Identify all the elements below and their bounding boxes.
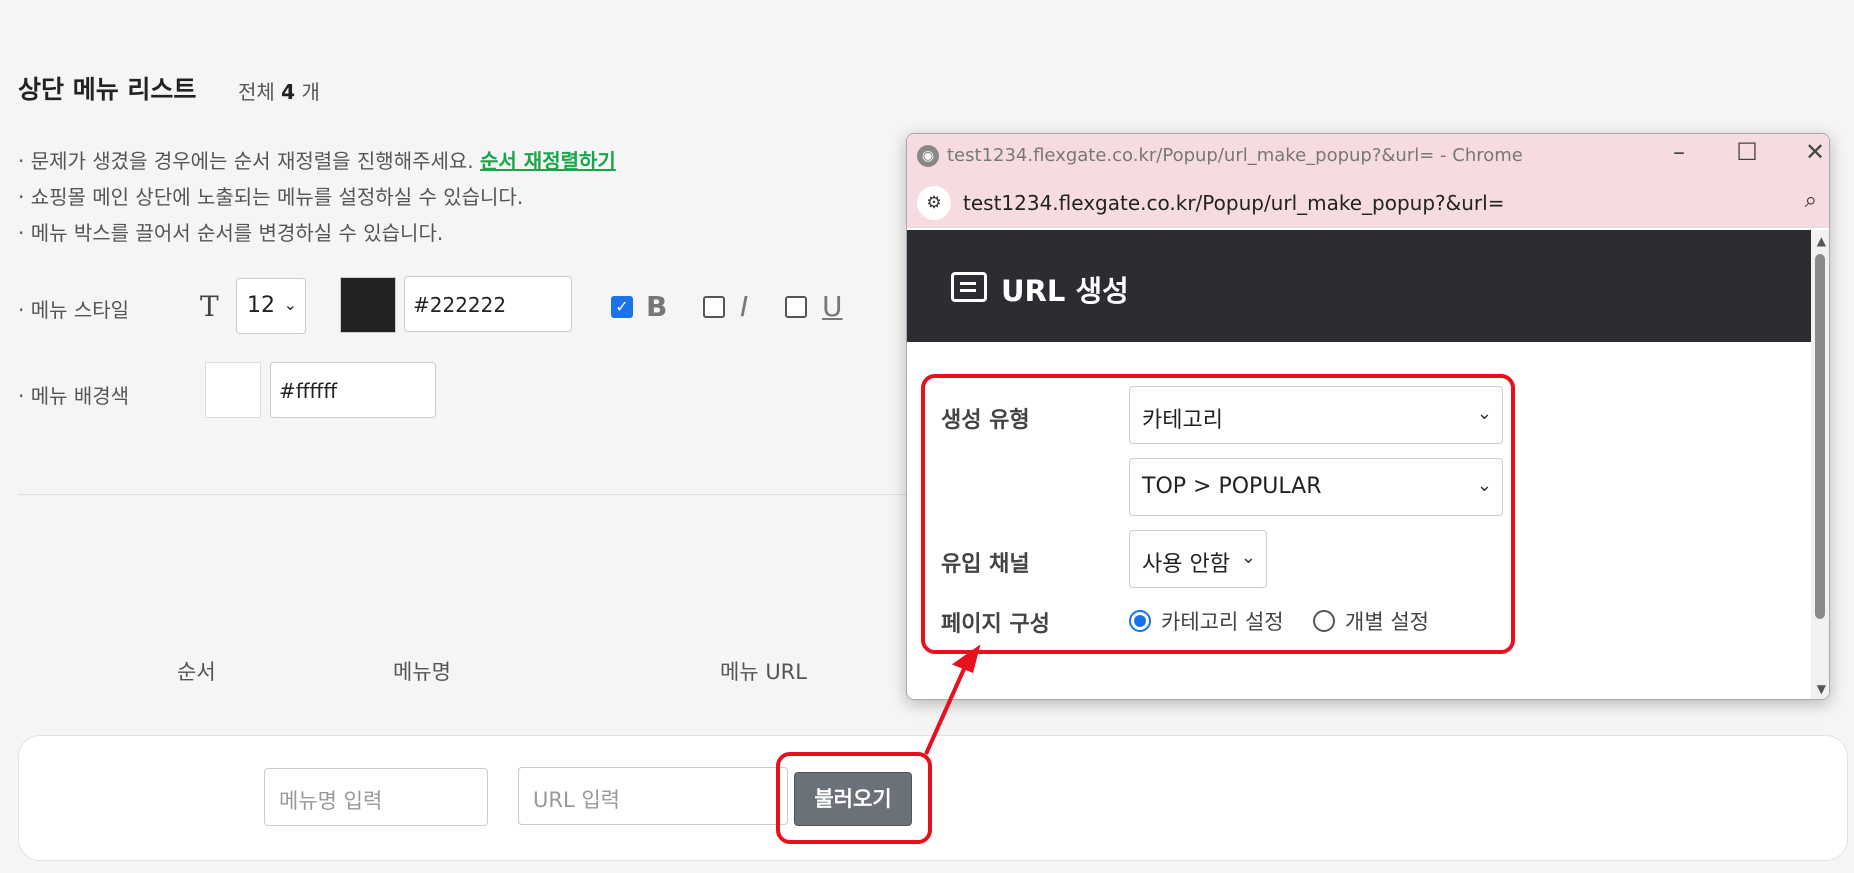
text-color-input[interactable]: #222222 xyxy=(404,276,572,332)
globe-icon: ◉ xyxy=(917,145,939,167)
zoom-icon[interactable]: ⌕ xyxy=(1805,188,1817,213)
address-url[interactable]: test1234.flexgate.co.kr/Popup/url_make_p… xyxy=(963,191,1504,215)
url-input[interactable]: URL 입력 xyxy=(518,767,788,825)
total-count-label: 전체 4 개 xyxy=(238,80,320,104)
bold-checkbox[interactable]: ✓ xyxy=(611,296,633,318)
text-size-icon: T xyxy=(200,290,219,323)
text-color-swatch[interactable] xyxy=(340,277,396,333)
underline-checkbox[interactable] xyxy=(785,296,807,318)
scroll-down-icon[interactable]: ▼ xyxy=(1817,682,1826,696)
scrollbar-thumb[interactable] xyxy=(1815,254,1825,619)
underline-icon: U xyxy=(822,290,843,323)
reorder-link[interactable]: 순서 재정렬하기 xyxy=(480,149,616,173)
bold-icon: B xyxy=(646,290,668,323)
address-bar: ⚙ test1234.flexgate.co.kr/Popup/url_make… xyxy=(907,178,1829,228)
font-size-select[interactable]: 12 ⌄ xyxy=(236,278,306,334)
popup-title: URL 생성 xyxy=(1001,274,1129,308)
column-menu-name: 메뉴명 xyxy=(393,660,451,684)
help-notes: · 문제가 생겼을 경우에는 순서 재정렬을 진행해주세요. 순서 재정렬하기 … xyxy=(18,149,616,245)
close-icon[interactable]: ✕ xyxy=(1795,138,1829,166)
highlight-load-button xyxy=(776,752,932,844)
maximize-icon[interactable]: ☐ xyxy=(1727,138,1767,166)
site-settings-icon[interactable]: ⚙ xyxy=(917,186,951,220)
url-card-icon xyxy=(951,272,987,302)
menu-name-input[interactable]: 메뉴명 입력 xyxy=(264,768,488,826)
scroll-up-icon[interactable]: ▲ xyxy=(1817,234,1826,248)
chevron-down-icon: ⌄ xyxy=(283,295,297,314)
minimize-icon[interactable]: – xyxy=(1659,138,1699,166)
popup-header: URL 생성 xyxy=(907,230,1813,342)
page-title: 상단 메뉴 리스트 xyxy=(18,75,197,104)
menu-bg-label: · 메뉴 배경색 xyxy=(18,384,130,408)
window-title: test1234.flexgate.co.kr/Popup/url_make_p… xyxy=(947,145,1523,166)
bg-color-input[interactable]: #ffffff xyxy=(270,362,436,418)
column-order: 순서 xyxy=(177,660,216,684)
italic-icon: I xyxy=(740,290,749,323)
menu-style-label: · 메뉴 스타일 xyxy=(18,298,130,322)
section-divider xyxy=(18,494,1018,495)
italic-checkbox[interactable] xyxy=(703,296,725,318)
bg-color-swatch[interactable] xyxy=(205,362,261,418)
window-titlebar: ◉ test1234.flexgate.co.kr/Popup/url_make… xyxy=(907,134,1829,178)
highlight-form xyxy=(921,374,1515,654)
column-menu-url: 메뉴 URL xyxy=(720,660,807,684)
url-make-popup-window: ◉ test1234.flexgate.co.kr/Popup/url_make… xyxy=(906,133,1830,700)
